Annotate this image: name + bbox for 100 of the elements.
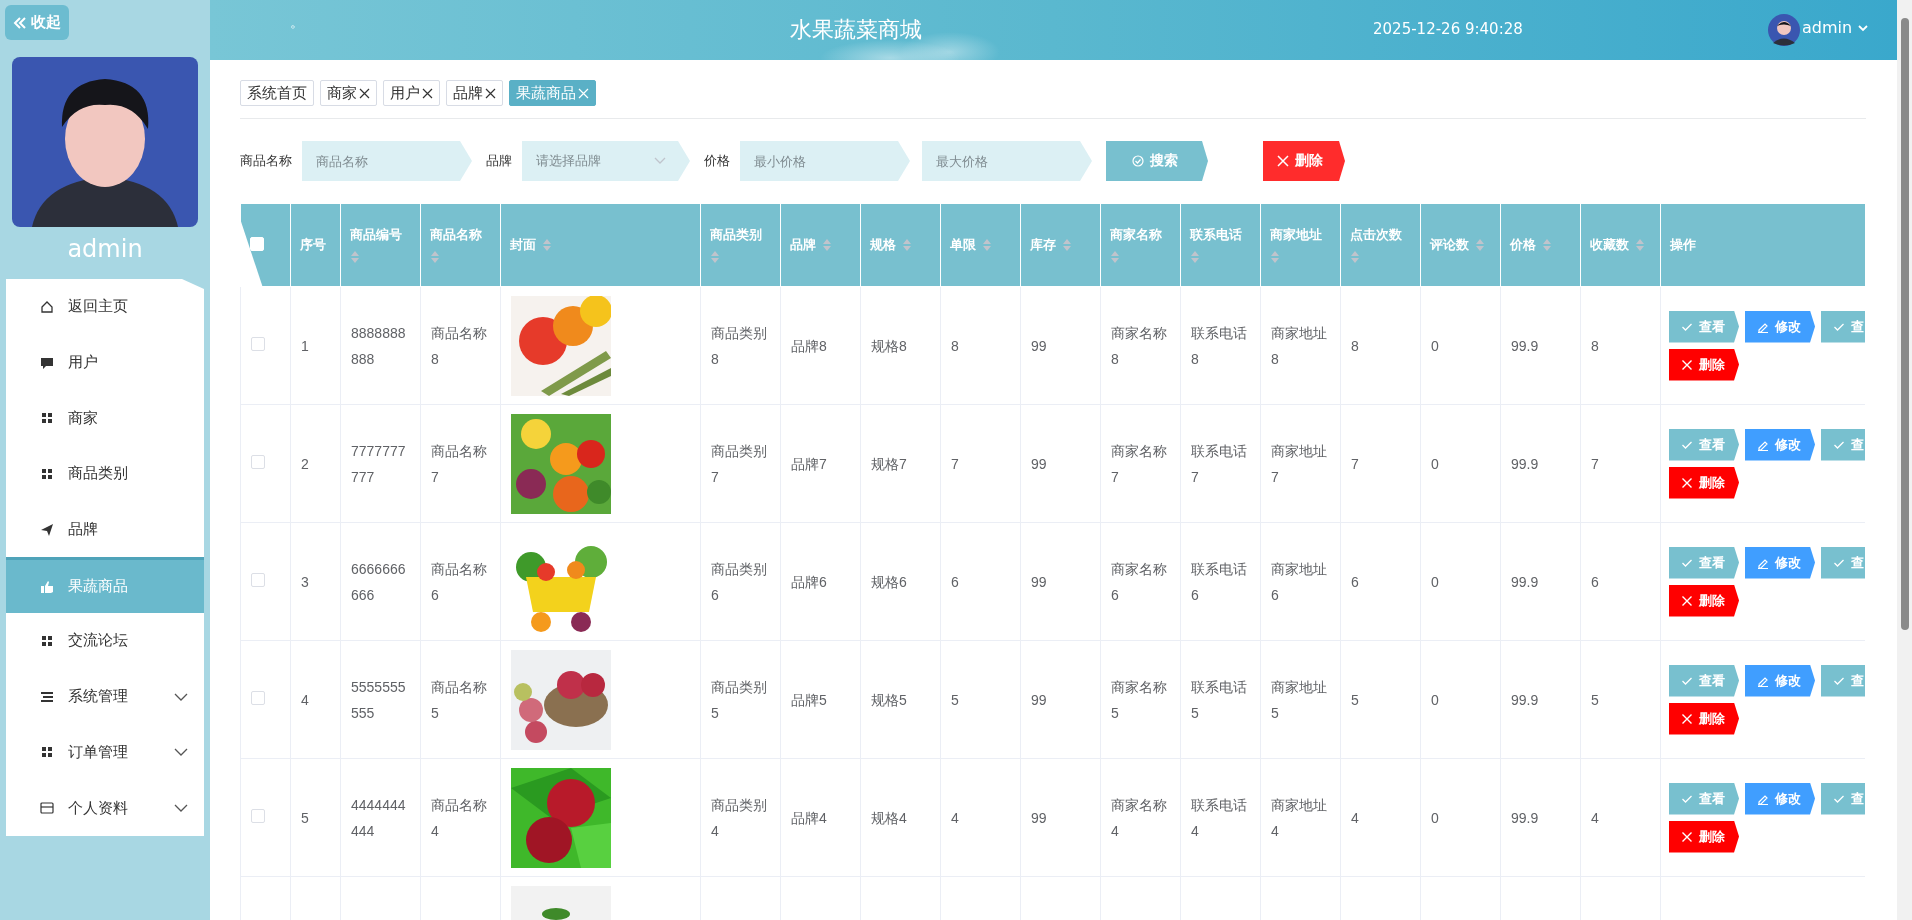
search-button[interactable]: 搜索 [1106,141,1208,181]
column-header[interactable]: 价格 [1500,203,1581,287]
home-icon [40,299,54,314]
page-tab[interactable]: 品牌 [446,80,503,106]
table-cell: 商品名称4 [431,796,487,839]
view-button[interactable]: 查 [1821,546,1865,579]
table-cell: 商品类别8 [711,324,767,367]
table-cell: 4 [951,809,959,826]
table-cell: 联系电话8 [1191,324,1247,367]
table-cell: 规格5 [871,691,907,708]
sort-icon[interactable] [1635,238,1645,252]
menu-item[interactable]: 返回主页 [6,279,204,335]
sort-icon[interactable] [542,238,552,252]
row-checkbox[interactable] [251,809,265,823]
sort-icon[interactable] [1475,238,1485,252]
sort-icon[interactable] [902,238,912,252]
menu-item[interactable]: 果蔬商品 [6,557,204,614]
edit-button[interactable]: 修改 [1745,664,1815,697]
column-header[interactable]: 评论数 [1420,203,1501,287]
row-checkbox[interactable] [251,691,265,705]
menu-item[interactable]: 交流论坛 [6,613,204,669]
table-cell: 商家地址4 [1271,796,1327,839]
view-button[interactable]: 查 [1821,664,1865,697]
filter-label: 价格 [704,152,730,170]
table-cell: 规格4 [871,809,907,826]
input-field[interactable]: 最大价格 [922,141,1092,181]
view-button[interactable]: 查看 [1669,782,1739,815]
column-header[interactable]: 单限 [940,203,1021,287]
column-header[interactable]: 序号 [290,203,341,287]
menu-item[interactable]: 商家 [6,390,204,447]
sort-icon[interactable] [430,250,440,264]
sort-icon[interactable] [1542,238,1552,252]
scrollbar[interactable] [1897,0,1912,920]
page-tab[interactable]: 果蔬商品 [509,80,596,106]
column-header[interactable]: 封面 [500,203,701,287]
menu-item[interactable]: 个人资料 [6,780,204,836]
card-icon [40,801,54,816]
row-checkbox[interactable] [251,455,265,469]
close-icon [1681,358,1693,371]
view-button[interactable]: 查 [1821,782,1865,815]
delete-button[interactable]: 删除 [1669,820,1739,853]
table-cell: 99.9 [1511,809,1539,826]
delete-button[interactable]: 删除 [1669,584,1739,617]
delete-button[interactable]: 删除 [1669,702,1739,735]
column-header[interactable]: 商家地址 [1260,203,1341,287]
sort-icon[interactable] [822,238,832,252]
view-button[interactable]: 查看 [1669,546,1739,579]
column-header[interactable]: 商品类别 [700,203,781,287]
edit-button[interactable]: 修改 [1745,428,1815,461]
column-header[interactable]: 品牌 [780,203,861,287]
column-header[interactable]: 联系电话 [1180,203,1261,287]
column-header[interactable]: 商品名称 [420,203,501,287]
sort-icon[interactable] [1350,250,1360,264]
row-checkbox[interactable] [251,337,265,351]
menu-item[interactable]: 品牌 [6,501,204,558]
brand-select[interactable]: 请选择品牌 [522,141,690,181]
delete-button[interactable]: 删除 [1669,348,1739,381]
delete-button[interactable]: 删除 [1263,141,1345,181]
edit-button[interactable]: 修改 [1745,546,1815,579]
delete-button[interactable]: 删除 [1669,466,1739,499]
sort-icon[interactable] [1190,250,1200,264]
view-button[interactable]: 查 [1821,428,1865,461]
table-cell: 99 [1031,809,1047,826]
table-cell: 99 [1031,455,1047,472]
menu-item[interactable]: 订单管理 [6,724,204,781]
column-header[interactable]: 规格 [860,203,941,287]
page-tab[interactable]: 系统首页 [240,80,314,106]
table-cell: 2 [301,455,309,472]
input-field[interactable]: 商品名称 [302,141,472,181]
edit-button[interactable]: 修改 [1745,310,1815,343]
sort-icon[interactable] [1062,238,1072,252]
menu-item[interactable]: 用户 [6,334,204,391]
column-header[interactable]: 点击次数 [1340,203,1421,287]
column-header[interactable]: 操作 [1660,203,1865,287]
column-header[interactable]: 库存 [1020,203,1101,287]
sort-icon[interactable] [982,238,992,252]
input-field[interactable]: 最小价格 [740,141,910,181]
sort-icon[interactable] [350,250,360,264]
view-button[interactable]: 查看 [1669,310,1739,343]
sort-icon[interactable] [1270,250,1280,264]
sort-icon[interactable] [710,250,720,264]
table-cell: 商家地址7 [1271,442,1327,485]
user-menu[interactable]: admin [1802,18,1869,37]
column-header[interactable]: 商品编号 [340,203,421,287]
page-tab[interactable]: 用户 [383,80,440,106]
collapse-button[interactable]: 收起 [5,5,69,40]
row-checkbox[interactable] [251,573,265,587]
view-button[interactable]: 查 [1821,310,1865,343]
edit-button[interactable]: 修改 [1745,782,1815,815]
table-cell: 99 [1031,573,1047,590]
column-header[interactable]: 收藏数 [1580,203,1661,287]
table-cell: 4 [1591,809,1599,826]
sort-icon[interactable] [1110,250,1120,264]
menu-item[interactable]: 系统管理 [6,668,204,725]
view-button[interactable]: 查看 [1669,428,1739,461]
select-all-checkbox[interactable] [250,236,264,251]
menu-item[interactable]: 商品类别 [6,446,204,502]
column-header[interactable]: 商家名称 [1100,203,1181,287]
view-button[interactable]: 查看 [1669,664,1739,697]
page-tab[interactable]: 商家 [320,80,377,106]
